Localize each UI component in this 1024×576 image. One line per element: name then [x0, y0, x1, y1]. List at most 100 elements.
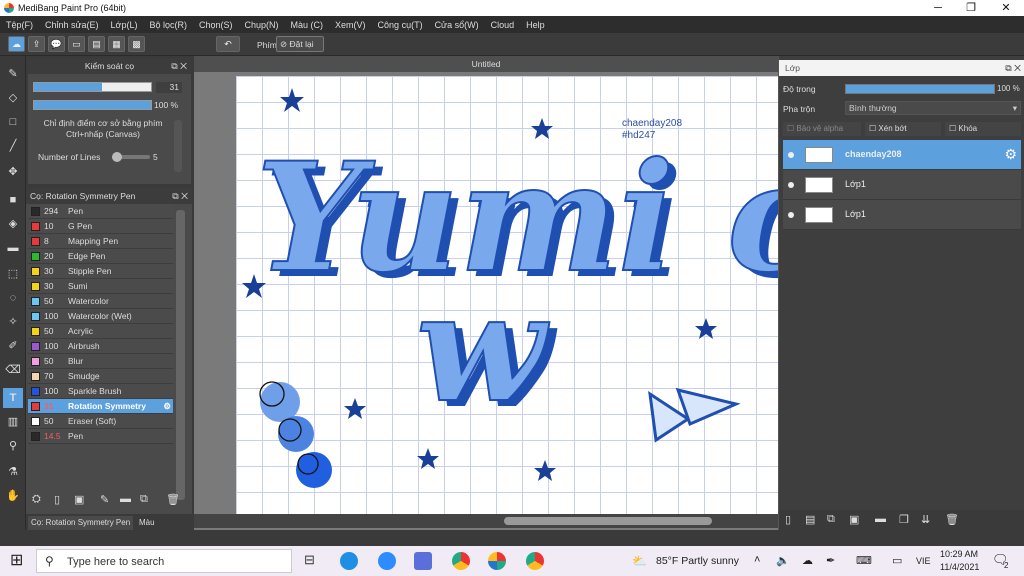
- reset-button[interactable]: ⊘ Đặt lại: [276, 36, 324, 52]
- visibility-icon[interactable]: [788, 182, 794, 188]
- rectangle-tool-icon[interactable]: □: [3, 112, 23, 132]
- windows-start-icon[interactable]: ⊞: [10, 552, 23, 570]
- maximize-icon[interactable]: ❐: [955, 0, 987, 16]
- folder-icon[interactable]: ▬: [875, 513, 886, 525]
- grid-icon[interactable]: ▦: [108, 36, 125, 52]
- minimize-icon[interactable]: ─: [922, 0, 954, 16]
- select-pen-icon[interactable]: ✐: [3, 336, 23, 356]
- brush-item[interactable]: 100 Watercolor (Wet): [28, 309, 173, 324]
- canvas-hscrollbar[interactable]: [194, 514, 778, 528]
- brush-opacity-slider[interactable]: [33, 100, 152, 110]
- divide-tool-icon[interactable]: ▥: [3, 412, 23, 432]
- clipping-toggle[interactable]: ☐ Xén bớt: [865, 122, 941, 136]
- brush-list-scrollbar[interactable]: [176, 210, 185, 500]
- clock-date[interactable]: 11/4/2021: [940, 562, 979, 572]
- trash-icon[interactable]: 🗑: [945, 513, 959, 526]
- lock-toggle[interactable]: ☐ Khóa: [945, 122, 1021, 136]
- pen-icon[interactable]: ✒: [826, 554, 835, 567]
- merge-icon[interactable]: ⇊: [921, 513, 930, 526]
- brush-item[interactable]: 70 Smudge: [28, 369, 173, 384]
- chrome-icon[interactable]: [452, 552, 470, 570]
- menu-select[interactable]: Chọn(S): [199, 20, 233, 30]
- keyboard-icon[interactable]: ⌨: [856, 554, 872, 567]
- add-layer-icon[interactable]: ▣: [849, 513, 859, 526]
- chat-icon[interactable]: ▭: [68, 36, 85, 52]
- menu-file[interactable]: Tệp(F): [6, 20, 33, 30]
- brush-item[interactable]: 100 Sparkle Brush: [28, 384, 173, 399]
- hscroll-thumb[interactable]: [504, 517, 712, 525]
- undo-icon[interactable]: ↶: [216, 36, 240, 52]
- visibility-icon[interactable]: [788, 212, 794, 218]
- chrome-profile-icon[interactable]: [526, 552, 544, 570]
- clock-time[interactable]: 10:29 AM: [940, 549, 978, 559]
- canvas-tab[interactable]: Untitled: [194, 56, 778, 72]
- text-tool-icon[interactable]: T: [3, 388, 23, 408]
- layer-row[interactable]: chaenday208 ⚙: [783, 140, 1021, 170]
- document-icon[interactable]: ▤: [88, 36, 105, 52]
- panel-close-icon[interactable]: ⧉ ✕: [1005, 60, 1021, 76]
- edit-brush-icon[interactable]: ✎: [100, 493, 109, 506]
- protect-alpha-toggle[interactable]: ☐ Bảo vệ alpha: [783, 122, 861, 136]
- medibang-app-icon[interactable]: [488, 552, 506, 570]
- brush-item[interactable]: 8 Mapping Pen: [28, 234, 173, 249]
- new-layer-icon[interactable]: ▯: [785, 513, 791, 526]
- select-tool-icon[interactable]: ⬚: [3, 264, 23, 284]
- hand-tool-icon[interactable]: ✋: [3, 486, 23, 506]
- brush-item[interactable]: 30 Stipple Pen: [28, 264, 173, 279]
- display-icon[interactable]: ▭: [892, 554, 902, 567]
- menu-layer[interactable]: Lớp(L): [111, 20, 138, 30]
- brush-item[interactable]: 100 Airbrush: [28, 339, 173, 354]
- line-tool-icon[interactable]: ╱: [3, 136, 23, 156]
- menu-window[interactable]: Cửa sổ(W): [435, 20, 479, 30]
- gear-icon[interactable]: ⚙: [1004, 146, 1017, 163]
- menu-help[interactable]: Help: [526, 20, 545, 30]
- layer-opacity-slider[interactable]: [845, 84, 995, 94]
- brush-item[interactable]: 50 Watercolor: [28, 294, 173, 309]
- medibang-taskbar-icon[interactable]: [414, 552, 432, 570]
- zoom-icon[interactable]: [378, 552, 396, 570]
- bucket-tool-icon[interactable]: ◈: [3, 214, 23, 234]
- menu-view[interactable]: Xem(V): [335, 20, 366, 30]
- menu-tools[interactable]: Công cụ(T): [378, 20, 423, 30]
- task-view-icon[interactable]: ⊟: [304, 552, 315, 568]
- duplicate-icon[interactable]: ❐: [899, 513, 909, 526]
- duplicate-icon[interactable]: ⧉: [140, 493, 148, 506]
- close-icon[interactable]: ✕: [990, 0, 1022, 16]
- visibility-icon[interactable]: [788, 152, 794, 158]
- share-icon[interactable]: ⇪: [28, 36, 45, 52]
- layer-row[interactable]: Lớp1: [783, 200, 1021, 230]
- language-indicator[interactable]: VIE: [916, 556, 931, 566]
- select-eraser-icon[interactable]: ⌫: [3, 360, 23, 380]
- cloud-sync-icon[interactable]: ☁: [802, 554, 813, 567]
- eyedropper-tool-icon[interactable]: ⚲: [3, 436, 23, 456]
- lines-slider-handle[interactable]: [112, 152, 122, 162]
- blend-mode-select[interactable]: Bình thường ▾: [845, 101, 1021, 115]
- lines-slider[interactable]: [112, 152, 150, 162]
- brush-item[interactable]: 50 Blur: [28, 354, 173, 369]
- brush-item[interactable]: 294 Pen: [28, 204, 173, 219]
- search-box[interactable]: ⚲ Type here to search: [36, 549, 292, 573]
- move-tool-icon[interactable]: ✥: [3, 162, 23, 182]
- brush-tool-icon[interactable]: ✎: [3, 64, 23, 84]
- cloud-icon[interactable]: ☁: [8, 36, 25, 52]
- tab-color[interactable]: Màu: [136, 516, 158, 530]
- eraser-tool-icon[interactable]: ◇: [3, 88, 23, 108]
- brush-cloud-icon[interactable]: ⛭: [32, 493, 41, 506]
- panel-close-icon[interactable]: ⧉ ✕: [172, 188, 188, 204]
- canvas[interactable]: Yumi ch Yumi ch w w chaenday208 #h: [236, 76, 778, 514]
- folder-icon[interactable]: ▬: [120, 493, 131, 505]
- brush-item[interactable]: 30 Sumi: [28, 279, 173, 294]
- add-brush-icon[interactable]: ▣: [74, 493, 84, 506]
- menu-snap[interactable]: Chụp(N): [245, 20, 279, 30]
- chevron-up-icon[interactable]: ˄: [754, 554, 760, 566]
- brush-item[interactable]: 31 Rotation Symmetry ⚙: [28, 399, 173, 414]
- fill-rect-tool-icon[interactable]: ■: [3, 190, 23, 210]
- dropper-tool-icon[interactable]: ⚗: [3, 462, 23, 482]
- speaker-icon[interactable]: 🔈: [776, 554, 790, 567]
- hint-scrollbar[interactable]: [174, 120, 182, 172]
- new-brush-icon[interactable]: ▯: [54, 493, 60, 506]
- layout-icon[interactable]: ▩: [128, 36, 145, 52]
- brush-item[interactable]: 20 Edge Pen: [28, 249, 173, 264]
- brush-size-slider[interactable]: [33, 82, 152, 92]
- panel-close-icon[interactable]: ⧉ ✕: [171, 58, 187, 74]
